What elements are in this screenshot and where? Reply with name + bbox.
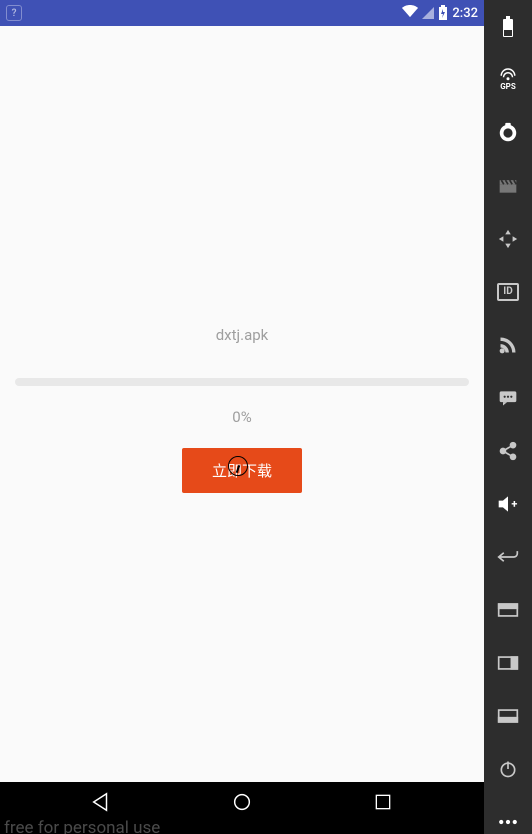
window-top-icon[interactable] bbox=[493, 597, 523, 622]
sms-icon[interactable] bbox=[493, 385, 523, 410]
clapper-icon[interactable] bbox=[493, 173, 523, 198]
move-icon[interactable] bbox=[493, 226, 523, 251]
battery-icon[interactable] bbox=[493, 14, 523, 39]
svg-text:+: + bbox=[511, 497, 517, 510]
help-icon: ? bbox=[6, 5, 22, 21]
gps-icon[interactable]: GPS bbox=[493, 67, 523, 92]
recents-button[interactable] bbox=[368, 787, 398, 817]
id-label: ID bbox=[503, 286, 512, 297]
watermark-text: free for personal use bbox=[0, 818, 484, 834]
window-right-icon[interactable] bbox=[493, 650, 523, 675]
rss-icon[interactable] bbox=[493, 332, 523, 357]
download-percent: 0% bbox=[232, 408, 251, 426]
back-button[interactable] bbox=[86, 787, 116, 817]
emulator-sidebar: GPS ID + bbox=[484, 0, 532, 834]
android-nav-bar bbox=[0, 782, 484, 822]
power-icon[interactable] bbox=[493, 756, 523, 781]
download-screen: dxtj.apk 0% 立即下载 bbox=[0, 26, 484, 782]
wifi-icon bbox=[402, 5, 418, 21]
download-filename: dxtj.apk bbox=[216, 326, 269, 344]
download-progress-bar bbox=[15, 378, 469, 386]
battery-charging-icon bbox=[438, 5, 448, 21]
volume-up-icon[interactable]: + bbox=[493, 491, 523, 516]
home-button[interactable] bbox=[227, 787, 257, 817]
status-clock: 2:32 bbox=[452, 6, 478, 21]
gps-label: GPS bbox=[500, 83, 516, 91]
android-status-bar: ? 2:32 bbox=[0, 0, 484, 26]
window-bottom-icon[interactable] bbox=[493, 703, 523, 728]
more-icon[interactable] bbox=[493, 809, 523, 834]
share-icon[interactable] bbox=[493, 438, 523, 463]
return-icon[interactable] bbox=[493, 544, 523, 569]
signal-icon bbox=[422, 7, 434, 19]
id-icon[interactable]: ID bbox=[493, 279, 523, 304]
download-button[interactable]: 立即下载 bbox=[182, 448, 302, 493]
camera-icon[interactable] bbox=[493, 120, 523, 145]
device-screen: ? 2:32 dxtj.apk 0% 立即下载 bbox=[0, 0, 484, 834]
